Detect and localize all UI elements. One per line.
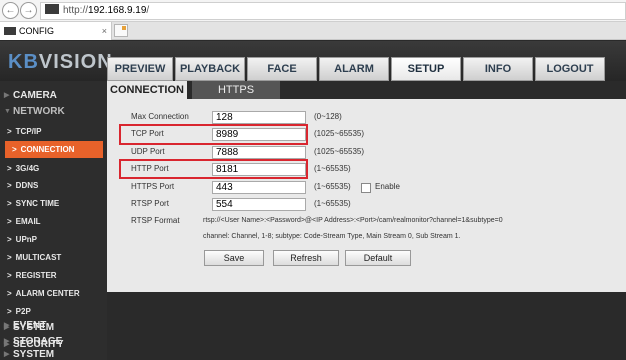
default-button[interactable]: Default — [345, 250, 411, 266]
app-header: KBVISION PREVIEW PLAYBACK FACE SEARCH AL… — [0, 41, 626, 97]
https-enable-label: Enable — [375, 182, 400, 191]
http-port-highlight — [119, 159, 308, 179]
sidebar-item-multicast[interactable]: > MULTICAST — [0, 249, 107, 266]
sidebar-item-upnp[interactable]: > UPnP — [0, 231, 107, 248]
sidebar-item-sync-time[interactable]: > SYNC TIME — [0, 195, 107, 212]
refresh-button[interactable]: Refresh — [273, 250, 339, 266]
browser-tabstrip: CONFIG × — [0, 22, 626, 40]
tab-site-icon — [4, 27, 16, 35]
url-host: 192.168.9.19 — [88, 5, 147, 16]
rtsp-port-label: RTSP Port — [131, 199, 169, 208]
https-port-label: HTTPS Port — [131, 182, 175, 191]
https-port-hint: (1~65535) — [314, 182, 351, 191]
url-suffix: / — [146, 5, 150, 16]
sidebar-item-tcpip[interactable]: > TCP/IP — [0, 123, 107, 140]
tab-close-icon[interactable]: × — [102, 22, 107, 40]
chevron-down-icon: ▼ — [4, 108, 11, 115]
sidebar-item-email[interactable]: > EMAIL — [0, 213, 107, 230]
sidebar-item-connection[interactable]: > CONNECTION — [5, 141, 103, 158]
sidebar-section-camera[interactable]: ▶ CAMERA — [0, 87, 107, 104]
https-port-input[interactable]: 443 — [212, 181, 306, 194]
tab-info[interactable]: INFO — [463, 57, 533, 81]
chevron-right-icon: ▶ — [4, 324, 10, 331]
rtsp-format-line2: channel: Channel, 1-8; subtype: Code-Str… — [203, 233, 461, 240]
https-enable-checkbox[interactable] — [361, 183, 371, 193]
tab-preview[interactable]: PREVIEW — [107, 57, 173, 81]
tab-playback[interactable]: PLAYBACK — [175, 57, 245, 81]
content-area: CONNECTION HTTPS Max Connection 128 (0~1… — [107, 81, 626, 360]
browser-toolbar: ← → http://192.168.9.19/ — [0, 0, 626, 22]
browser-tab[interactable]: CONFIG × — [0, 22, 112, 40]
subtab-connection[interactable]: CONNECTION — [107, 81, 187, 99]
rtsp-format-line1: rtsp://<User Name>:<Password>@<IP Addres… — [203, 217, 503, 224]
tab-face-search[interactable]: FACE SEARCH — [247, 57, 317, 97]
sidebar-item-3g4g[interactable]: >3G/4G — [0, 160, 107, 177]
tab-setup[interactable]: SETUP — [391, 57, 461, 81]
udp-port-label: UDP Port — [131, 147, 165, 156]
udp-port-hint: (1025~65535) — [314, 147, 365, 156]
sidebar-item-alarm-center[interactable]: > ALARM CENTER — [0, 285, 107, 302]
max-connection-hint: (0~128) — [314, 112, 342, 121]
back-arrow-icon[interactable]: ← — [2, 2, 19, 19]
tab-logout[interactable]: LOGOUT — [535, 57, 605, 81]
rtsp-port-input[interactable]: 554 — [212, 198, 306, 211]
chevron-right-icon: ▶ — [4, 92, 10, 99]
save-button[interactable]: Save — [204, 250, 264, 266]
max-connection-label: Max Connection — [131, 112, 189, 121]
sidebar-section-security[interactable]: ▶ SECURITY — [0, 336, 107, 353]
new-tab-icon[interactable] — [114, 24, 128, 37]
tab-title: CONFIG — [19, 26, 54, 36]
forward-arrow-icon[interactable]: → — [20, 2, 37, 19]
site-icon — [45, 4, 59, 14]
connection-panel: Max Connection 128 (0~128) TCP Port 8989… — [107, 99, 626, 292]
rtsp-port-hint: (1~65535) — [314, 199, 351, 208]
subtab-https[interactable]: HTTPS — [192, 81, 280, 99]
sidebar-section-network[interactable]: ▼ NETWORK — [0, 103, 107, 120]
tcp-port-highlight — [119, 124, 308, 145]
address-bar[interactable]: http://192.168.9.19/ — [40, 2, 626, 20]
sidebar-item-register[interactable]: > REGISTER — [0, 267, 107, 284]
kbvision-logo: KBVISION — [8, 51, 113, 73]
chevron-right-icon: ▶ — [4, 341, 10, 348]
max-connection-input[interactable]: 128 — [212, 111, 306, 124]
url-prefix: http:// — [63, 5, 89, 16]
tcp-port-hint: (1025~65535) — [314, 129, 365, 138]
http-port-hint: (1~65535) — [314, 164, 351, 173]
rtsp-format-label: RTSP Format — [131, 216, 180, 225]
sidebar-section-system-label[interactable]: ▶ SYSTEM — [0, 319, 107, 336]
udp-port-input[interactable]: 7888 — [212, 146, 306, 159]
sidebar-item-ddns[interactable]: > DDNS — [0, 177, 107, 194]
tab-alarm[interactable]: ALARM — [319, 57, 389, 81]
